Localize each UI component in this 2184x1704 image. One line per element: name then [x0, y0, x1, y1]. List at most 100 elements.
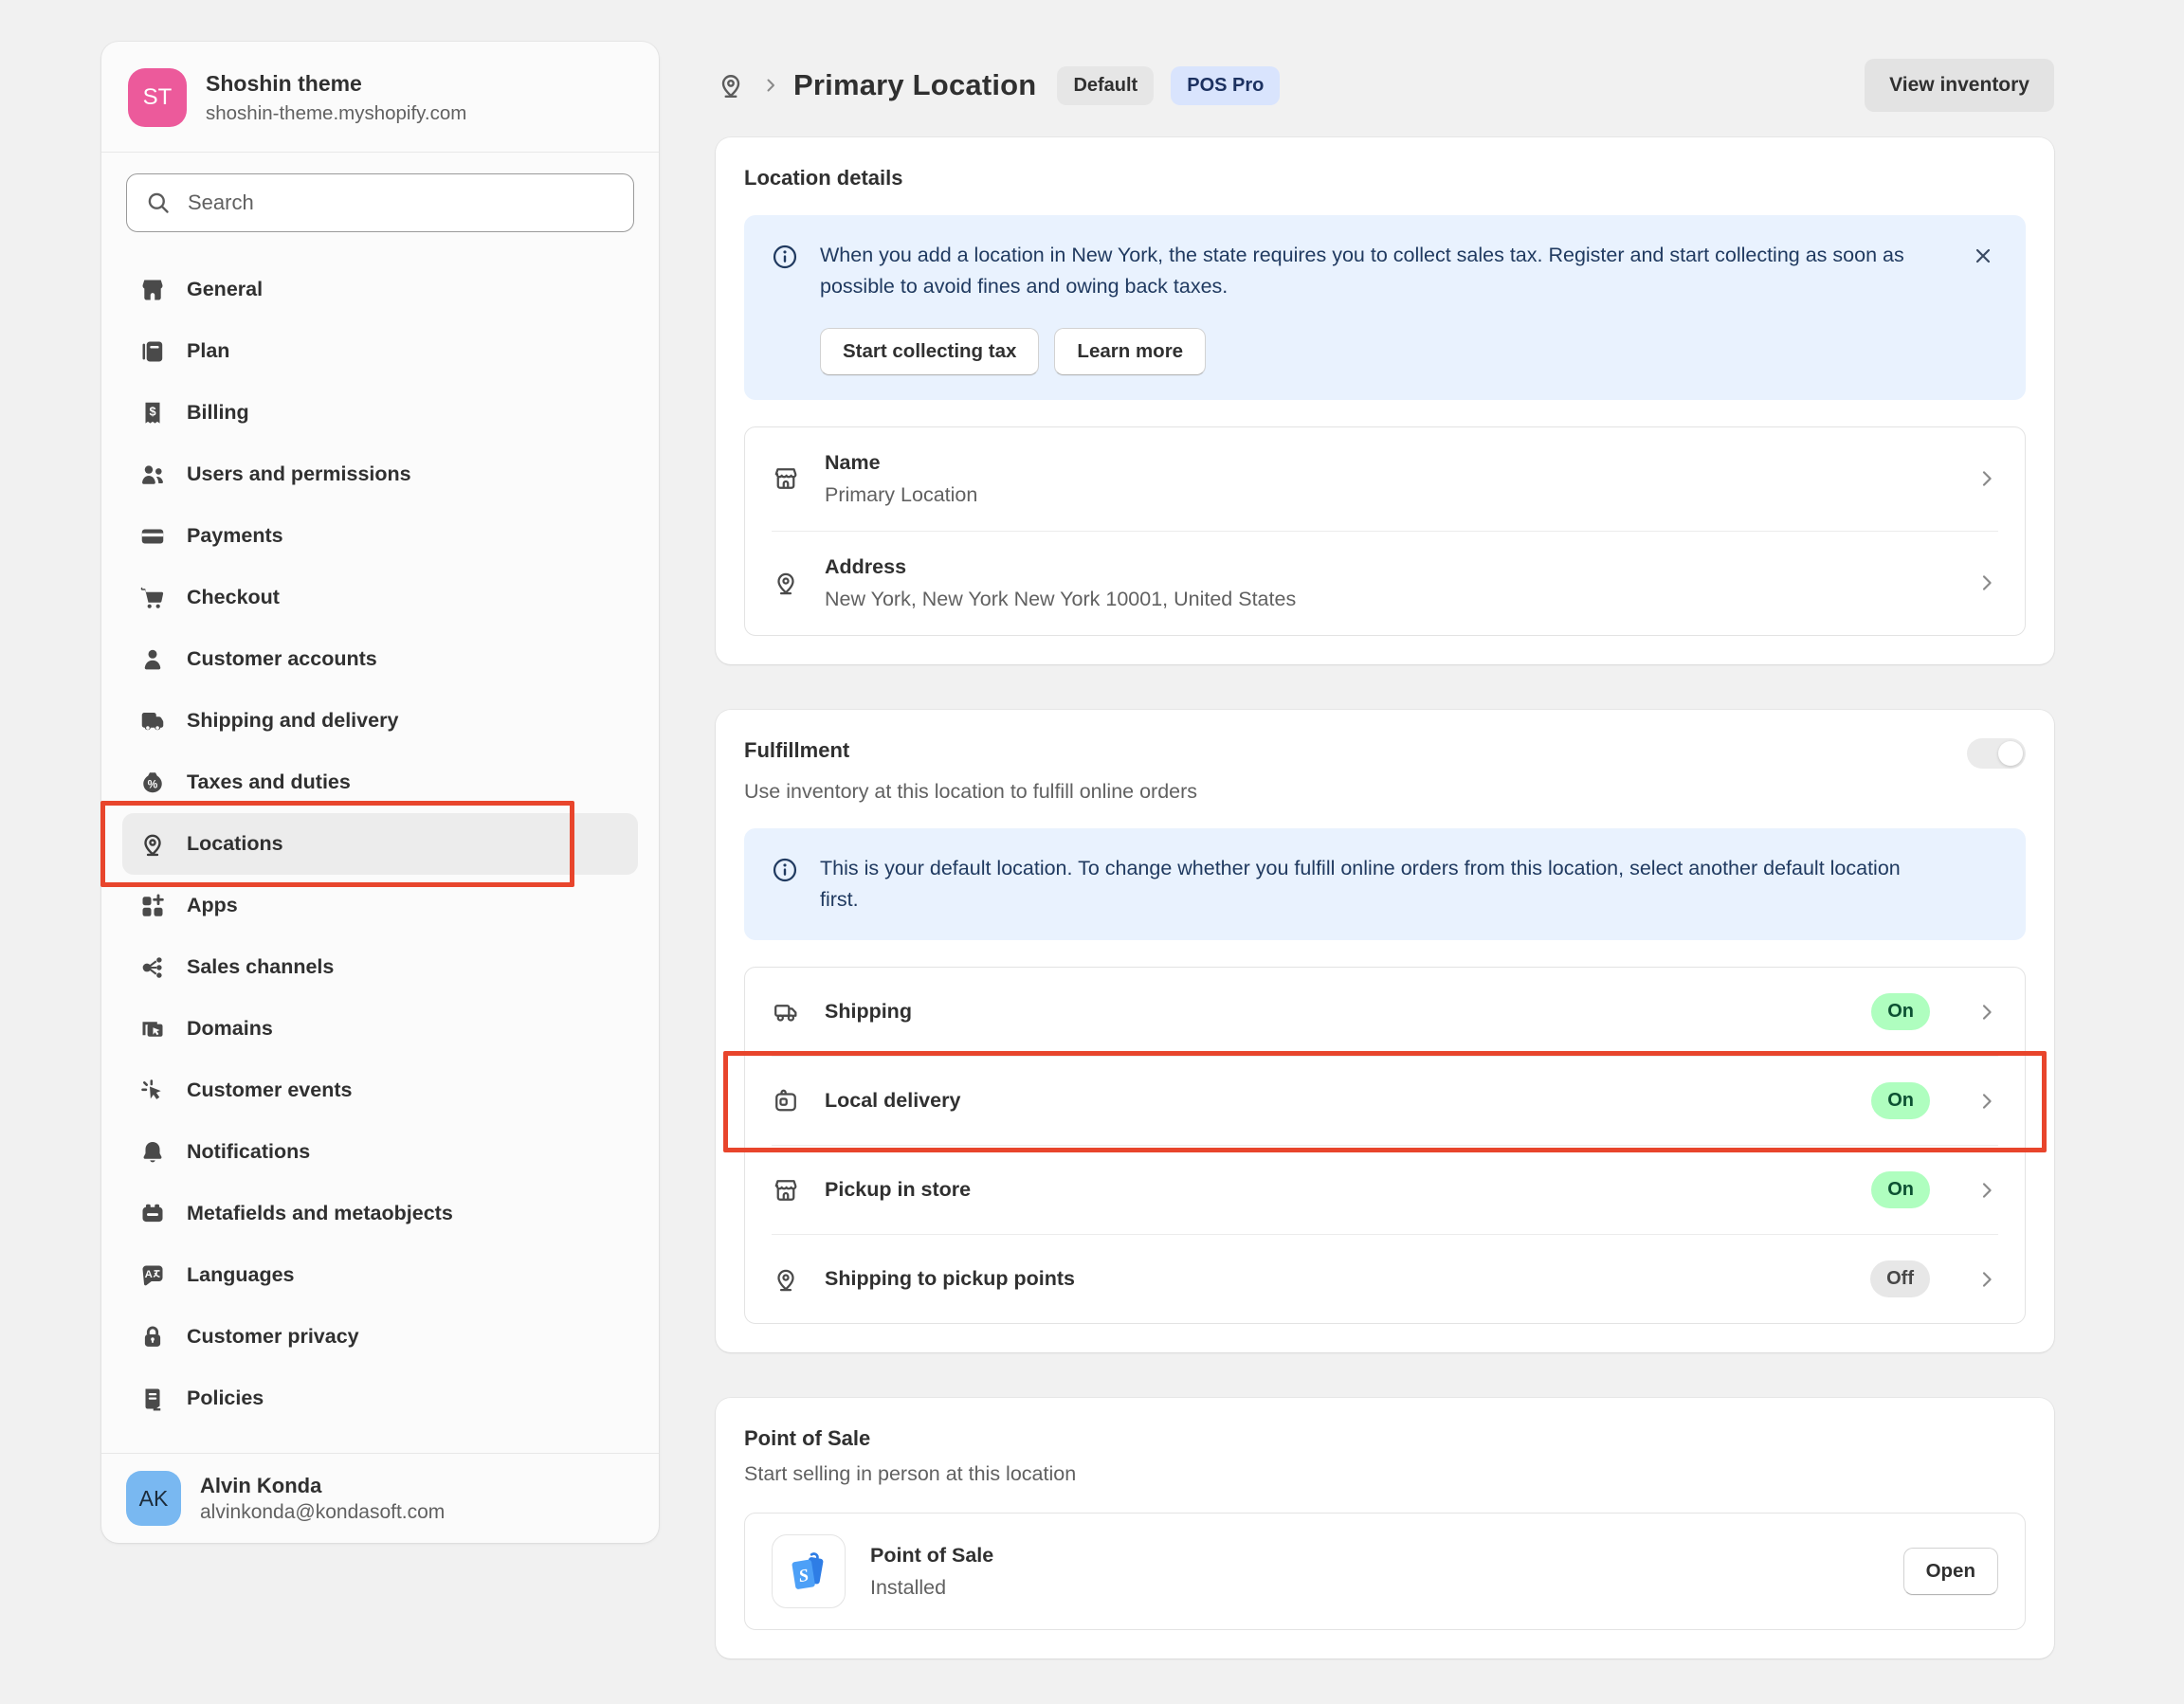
- shipping-row[interactable]: Shipping On: [745, 968, 2025, 1056]
- sidebar-item-users-and-permissions[interactable]: Users and permissions: [122, 444, 638, 505]
- name-row[interactable]: Name Primary Location: [745, 427, 2025, 531]
- row-label: Shipping to pickup points: [825, 1267, 1075, 1291]
- sidebar-item-metafields-and-metaobjects[interactable]: Metafields and metaobjects: [122, 1183, 638, 1244]
- sidebar-item-plan[interactable]: Plan: [122, 320, 638, 382]
- learn-more-button[interactable]: Learn more: [1054, 328, 1206, 375]
- pos-pro-badge: POS Pro: [1171, 66, 1280, 105]
- svg-text:%: %: [148, 777, 158, 790]
- fulfillment-subheading: Use inventory at this location to fulfil…: [744, 780, 2026, 804]
- sidebar-item-policies[interactable]: Policies: [122, 1368, 638, 1429]
- lock-icon: [137, 1323, 168, 1351]
- truck-icon: [137, 707, 168, 735]
- sidebar-item-checkout[interactable]: Checkout: [122, 567, 638, 628]
- sidebar-item-shipping-and-delivery[interactable]: Shipping and delivery: [122, 690, 638, 752]
- apps-icon: [137, 892, 168, 920]
- row-label: Shipping: [825, 1000, 912, 1024]
- point-of-sale-card: Point of Sale Start selling in person at…: [716, 1398, 2054, 1659]
- banner-text: When you add a location in New York, the…: [820, 240, 1920, 303]
- status-badge: Off: [1870, 1260, 1930, 1297]
- svg-text:$: $: [149, 404, 155, 418]
- local-delivery-row[interactable]: Local delivery On: [745, 1057, 2025, 1145]
- chevron-right-icon: [1975, 1179, 1998, 1202]
- sidebar-item-taxes-and-duties[interactable]: % Taxes and duties: [122, 752, 638, 813]
- row-label: Name: [825, 451, 977, 475]
- sidebar-item-locations[interactable]: Locations: [122, 813, 638, 875]
- sidebar-item-label: Metafields and metaobjects: [187, 1202, 453, 1225]
- status-badge: On: [1871, 1082, 1930, 1119]
- open-button[interactable]: Open: [1903, 1548, 1998, 1595]
- fulfillment-heading: Fulfillment: [744, 738, 849, 763]
- location-pin-icon: [772, 569, 800, 597]
- location-details-card: Location details When you add a location…: [716, 137, 2054, 664]
- main-content: Primary Location Default POS Pro View in…: [716, 42, 2054, 1704]
- sidebar-item-label: Checkout: [187, 586, 280, 609]
- chevron-right-icon: [1975, 571, 1998, 594]
- sidebar-item-label: Billing: [187, 401, 249, 425]
- close-icon[interactable]: [1967, 240, 1999, 272]
- sidebar-item-apps[interactable]: Apps: [122, 875, 638, 936]
- default-location-banner: This is your default location. To change…: [744, 828, 2026, 941]
- sidebar-item-customer-accounts[interactable]: Customer accounts: [122, 628, 638, 690]
- sidebar-item-label: Payments: [187, 524, 283, 548]
- fulfillment-toggle[interactable]: [1967, 738, 2026, 769]
- view-inventory-button[interactable]: View inventory: [1865, 59, 2054, 112]
- channels-icon: [137, 953, 168, 982]
- row-label: Pickup in store: [825, 1178, 971, 1202]
- store-info: Shoshin theme shoshin-theme.myshopify.co…: [206, 70, 466, 125]
- row-label: Local delivery: [825, 1089, 960, 1113]
- banner-buttons: Start collecting tax Learn more: [820, 328, 1920, 375]
- breadcrumb-location-icon[interactable]: [716, 70, 746, 100]
- payments-icon: [137, 522, 168, 551]
- sidebar-item-domains[interactable]: Domains: [122, 998, 638, 1060]
- sidebar-item-notifications[interactable]: Notifications: [122, 1121, 638, 1183]
- pickup-in-store-row[interactable]: Pickup in store On: [745, 1146, 2025, 1234]
- location-detail-rows: Name Primary Location Address New York, …: [744, 426, 2026, 636]
- search-box: [126, 173, 634, 232]
- store-name: Shoshin theme: [206, 70, 466, 99]
- sidebar-item-languages[interactable]: A Languages: [122, 1244, 638, 1306]
- sidebar-item-label: Notifications: [187, 1140, 310, 1164]
- tax-info-banner: When you add a location in New York, the…: [744, 215, 2026, 400]
- page-header: Primary Location Default POS Pro View in…: [716, 57, 2054, 114]
- chevron-right-icon: [1975, 1268, 1998, 1291]
- sidebar-item-customer-events[interactable]: Customer events: [122, 1060, 638, 1121]
- languages-icon: A: [137, 1261, 168, 1290]
- sidebar-item-label: General: [187, 278, 263, 301]
- shipping-to-pickup-points-row[interactable]: Shipping to pickup points Off: [745, 1235, 2025, 1323]
- start-collecting-tax-button[interactable]: Start collecting tax: [820, 328, 1039, 375]
- document-icon: [137, 1385, 168, 1413]
- shopify-pos-app-icon: S: [772, 1534, 846, 1608]
- sidebar-item-payments[interactable]: Payments: [122, 505, 638, 567]
- sidebar-item-label: Shipping and delivery: [187, 709, 398, 733]
- default-badge: Default: [1057, 66, 1154, 105]
- fulfillment-card: Fulfillment Use inventory at this locati…: [716, 710, 2054, 1353]
- storefront-icon: [137, 276, 168, 304]
- person-icon: [137, 645, 168, 674]
- sidebar-item-label: Domains: [187, 1017, 273, 1041]
- user-footer: AK Alvin Konda alvinkonda@kondasoft.com: [101, 1453, 659, 1543]
- banner-body: When you add a location in New York, the…: [820, 240, 1920, 375]
- sidebar-item-sales-channels[interactable]: Sales channels: [122, 936, 638, 998]
- sidebar-item-customer-privacy[interactable]: Customer privacy: [122, 1306, 638, 1368]
- address-row[interactable]: Address New York, New York New York 1000…: [745, 532, 2025, 635]
- sidebar-item-general[interactable]: General: [122, 259, 638, 320]
- sidebar-item-billing[interactable]: $ Billing: [122, 382, 638, 444]
- status-badge: On: [1871, 1171, 1930, 1208]
- user-avatar: AK: [126, 1471, 181, 1526]
- svg-text:A: A: [145, 1268, 153, 1279]
- store-avatar: ST: [128, 68, 187, 127]
- user-name: Alvin Konda: [200, 1474, 445, 1498]
- cart-icon: [137, 584, 168, 612]
- sidebar-item-label: Apps: [187, 894, 238, 917]
- settings-nav: General Plan $ Billing Users and permiss…: [101, 247, 659, 1453]
- point-of-sale-subheading: Start selling in person at this location: [744, 1462, 2026, 1486]
- banner-text: This is your default location. To change…: [820, 853, 1920, 916]
- row-label: Address: [825, 555, 1296, 579]
- chevron-right-icon: [1975, 467, 1998, 490]
- search-input[interactable]: [126, 173, 634, 232]
- sidebar-item-label: Customer events: [187, 1079, 352, 1102]
- sidebar-item-label: Customer privacy: [187, 1325, 359, 1349]
- user-info: Alvin Konda alvinkonda@kondasoft.com: [200, 1474, 445, 1524]
- truck-icon: [772, 998, 800, 1026]
- storefront-icon: [772, 1176, 800, 1205]
